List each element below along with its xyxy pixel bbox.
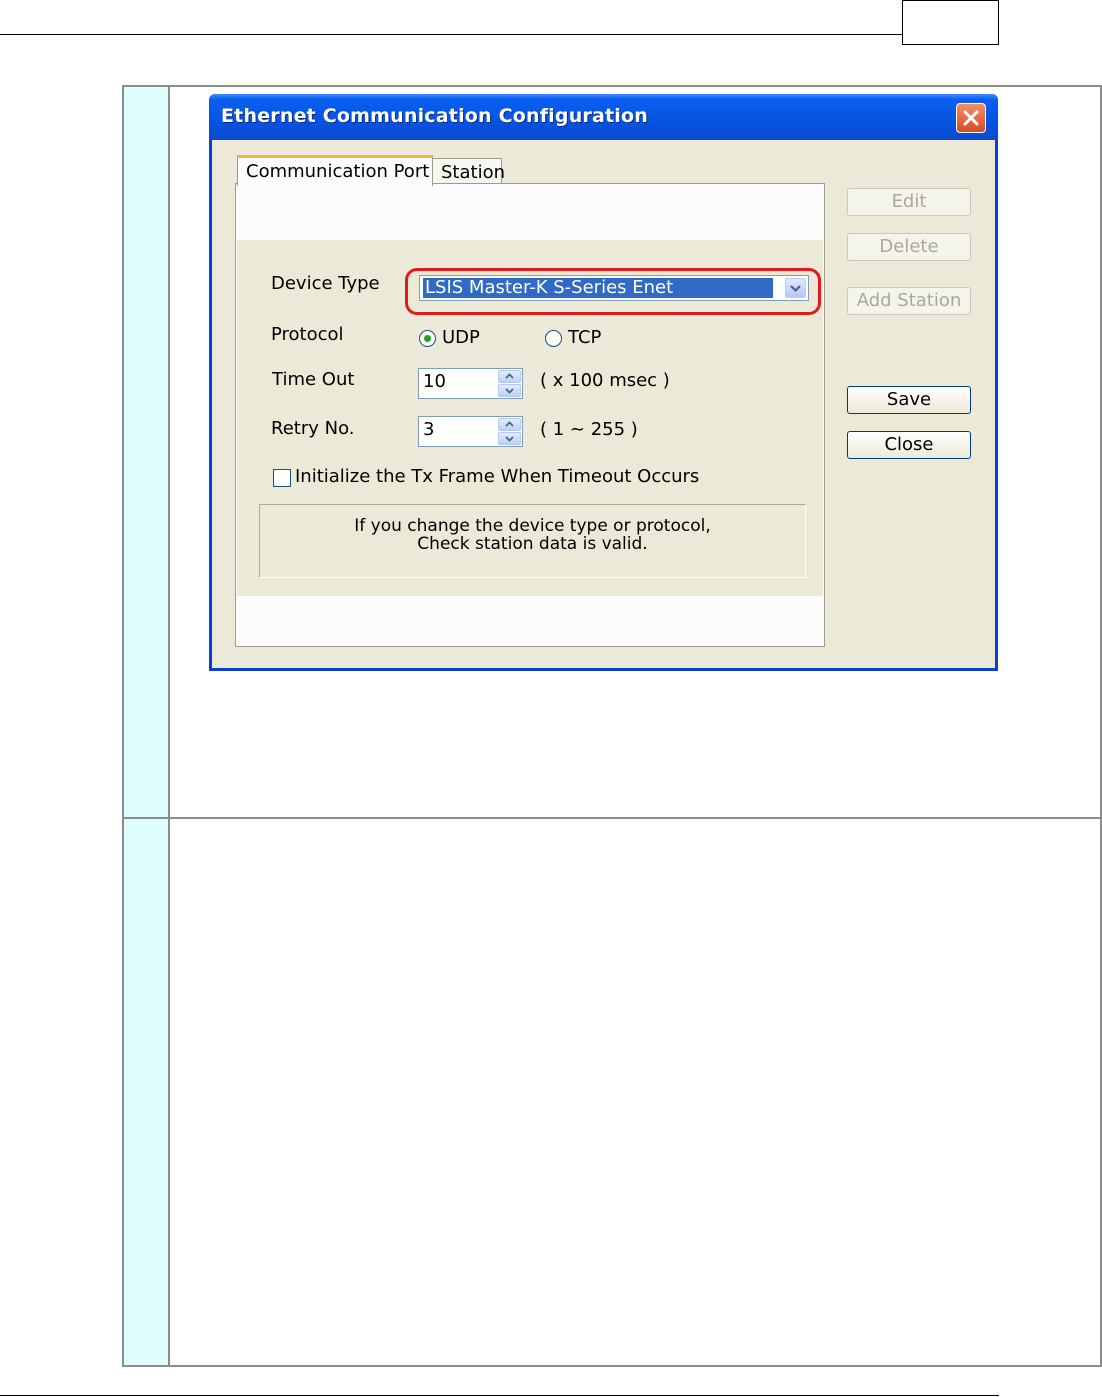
info-message: If you change the device type or protoco… — [260, 517, 805, 553]
close-window-icon[interactable] — [956, 103, 986, 133]
footer-rule — [0, 1395, 999, 1396]
radio-selected-dot — [424, 335, 431, 342]
tab-station[interactable]: Station — [432, 158, 505, 186]
tab-communication-port[interactable]: Communication Port — [237, 155, 433, 186]
timeout-label: Time Out — [272, 369, 355, 390]
timeout-value[interactable]: 10 — [423, 371, 446, 392]
spin-up-icon[interactable] — [498, 370, 521, 383]
tcp-label[interactable]: TCP — [568, 327, 601, 348]
protocol-label: Protocol — [271, 324, 344, 345]
udp-radio[interactable] — [419, 330, 436, 347]
info-line-1: If you change the device type or protoco… — [354, 516, 711, 536]
add-station-button[interactable]: Add Station — [847, 287, 971, 315]
timeout-spinner[interactable]: 10 — [418, 368, 523, 399]
info-line-2: Check station data is valid. — [417, 534, 648, 554]
timeout-unit: ( x 100 msec ) — [540, 370, 670, 391]
retry-range: ( 1 ~ 255 ) — [540, 419, 638, 440]
delete-button[interactable]: Delete — [847, 233, 971, 261]
init-tx-frame-label[interactable]: Initialize the Tx Frame When Timeout Occ… — [295, 466, 699, 487]
save-button[interactable]: Save — [847, 386, 971, 414]
udp-label[interactable]: UDP — [442, 327, 480, 348]
close-button[interactable]: Close — [847, 431, 971, 459]
tcp-radio[interactable] — [545, 330, 562, 347]
spin-up-icon[interactable] — [498, 418, 521, 431]
header-rule — [0, 34, 903, 35]
dialog-title: Ethernet Communication Configuration — [221, 105, 648, 127]
info-group-box: If you change the device type or protoco… — [259, 504, 806, 578]
table-cell-step-1 — [124, 87, 170, 817]
ethernet-config-dialog: Ethernet Communication Configuration Com… — [209, 94, 998, 671]
retry-value[interactable]: 3 — [423, 419, 434, 440]
retry-label: Retry No. — [271, 418, 355, 439]
edit-button[interactable]: Edit — [847, 188, 971, 216]
dialog-title-bar[interactable]: Ethernet Communication Configuration — [209, 94, 998, 140]
page-number-box — [902, 0, 999, 45]
table-row-divider — [124, 817, 1100, 819]
device-type-value: LSIS Master-K S-Series Enet — [422, 277, 774, 299]
retry-spinner[interactable]: 3 — [418, 416, 523, 447]
device-type-dropdown[interactable]: LSIS Master-K S-Series Enet — [419, 275, 809, 301]
device-type-label: Device Type — [271, 273, 380, 294]
spin-down-icon[interactable] — [498, 384, 521, 397]
chevron-down-icon[interactable] — [785, 278, 806, 298]
table-cell-step-2 — [124, 819, 170, 1365]
init-tx-frame-checkbox[interactable] — [273, 469, 291, 487]
spin-down-icon[interactable] — [498, 432, 521, 445]
